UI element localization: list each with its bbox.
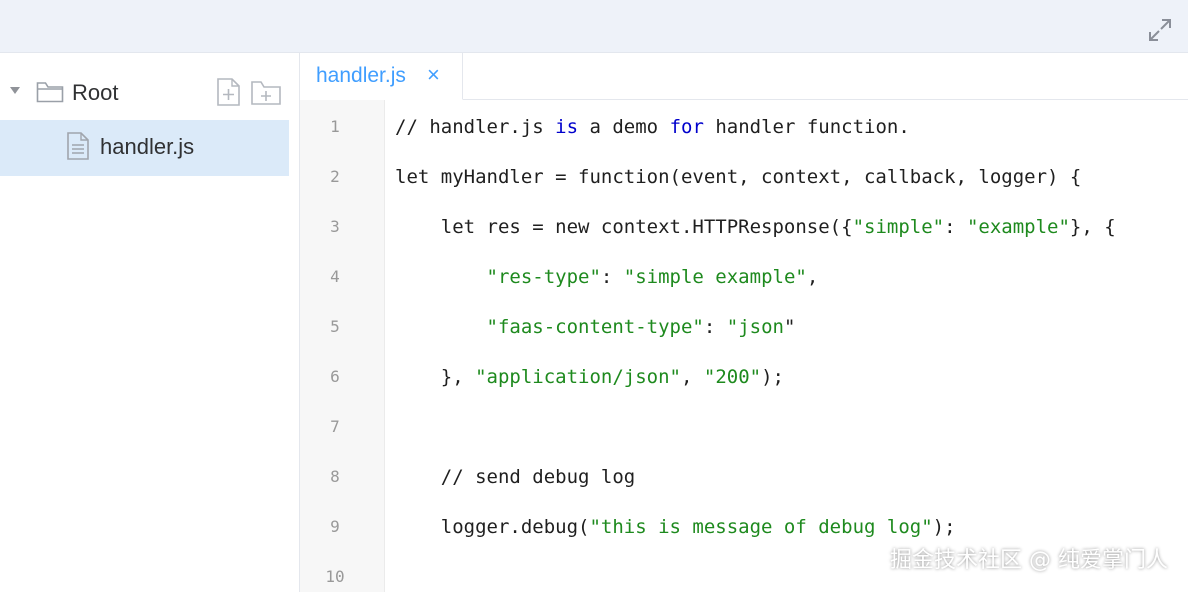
code-token: let res = new context.HTTPResponse({	[395, 216, 853, 238]
code-editor: handler.js × 1 2 3 4 5 6 7 8 9 10 // handler.js i…	[299, 53, 1188, 592]
code-line[interactable]: let myHandler = function(event, context,…	[395, 164, 1081, 190]
code-token: // send debug log	[395, 466, 636, 488]
folder-icon	[36, 80, 64, 104]
watermark: 掘金技术社区 @ 纯爱掌门人	[890, 548, 1168, 573]
code-token: a demo	[578, 116, 670, 138]
code-line[interactable]: "faas-content-type": "json"	[395, 314, 796, 340]
caret-down-icon[interactable]	[10, 87, 20, 94]
line-number: 7	[330, 417, 340, 436]
line-number: 2	[330, 167, 340, 186]
code-token: // handler.js	[395, 116, 556, 138]
code-line[interactable]: }, "application/json", "200");	[395, 364, 784, 390]
code-token: }, {	[1069, 216, 1116, 238]
string-token: "simple"	[852, 216, 945, 238]
tree-node-root[interactable]: Root	[0, 67, 299, 117]
code-token: let myHandler = function(event, context,…	[395, 166, 1082, 188]
code-line[interactable]: "res-type": "simple example",	[395, 264, 819, 290]
line-number: 8	[330, 467, 340, 486]
code-line[interactable]: // send debug log	[395, 464, 635, 490]
code-token: handler function.	[703, 116, 910, 138]
file-icon	[66, 131, 90, 161]
string-token: "application/json"	[475, 366, 681, 388]
line-number: 6	[330, 367, 340, 386]
string-token: "example"	[966, 216, 1070, 238]
keyword-token: is	[555, 116, 579, 138]
code-token: ,	[680, 366, 704, 388]
code-token: );	[932, 516, 956, 538]
line-number: 10	[325, 567, 345, 586]
string-token: "simple example"	[623, 266, 807, 288]
line-number-gutter: 1 2 3 4 5 6 7 8 9 10	[300, 100, 385, 592]
code-token: ,	[806, 266, 819, 288]
tree-file-handler[interactable]: handler.js	[0, 120, 289, 176]
top-toolbar	[0, 0, 1188, 53]
tree-file-label: handler.js	[100, 134, 195, 159]
code-line[interactable]: // handler.js is a demo for handler func…	[395, 114, 910, 140]
tab-label: handler.js	[316, 64, 406, 87]
tab-handler-js[interactable]: handler.js ×	[300, 53, 463, 100]
code-token: :	[703, 316, 727, 338]
keyword-token: for	[669, 116, 704, 138]
line-number: 5	[330, 317, 340, 336]
code-token: logger.debug(	[395, 516, 590, 538]
string-token: "faas-content-type"	[486, 316, 704, 338]
expand-icon[interactable]	[1146, 16, 1174, 44]
code-token: "	[783, 316, 796, 338]
code-token: :	[944, 216, 967, 238]
code-token: );	[761, 366, 784, 388]
string-token: "res-type"	[486, 266, 601, 288]
line-number: 1	[330, 117, 340, 136]
new-folder-icon[interactable]	[250, 79, 282, 107]
file-tree-panel: Root handler.js	[0, 53, 299, 592]
close-icon[interactable]: ×	[427, 62, 440, 88]
string-token: "json	[726, 316, 784, 338]
line-number: 3	[330, 217, 340, 236]
line-number: 4	[330, 267, 340, 286]
editor-tab-bar: handler.js ×	[300, 53, 1188, 100]
code-token: :	[600, 266, 624, 288]
tree-root-label: Root	[72, 80, 119, 105]
code-line[interactable]: logger.debug("this is message of debug l…	[395, 514, 956, 540]
string-token: "200"	[703, 366, 762, 388]
string-token: "this is message of debug log"	[589, 516, 933, 538]
line-number: 9	[330, 517, 340, 536]
code-token: },	[395, 366, 476, 388]
code-line[interactable]: let res = new context.HTTPResponse({"sim…	[395, 214, 1116, 240]
new-file-icon[interactable]	[216, 77, 242, 107]
